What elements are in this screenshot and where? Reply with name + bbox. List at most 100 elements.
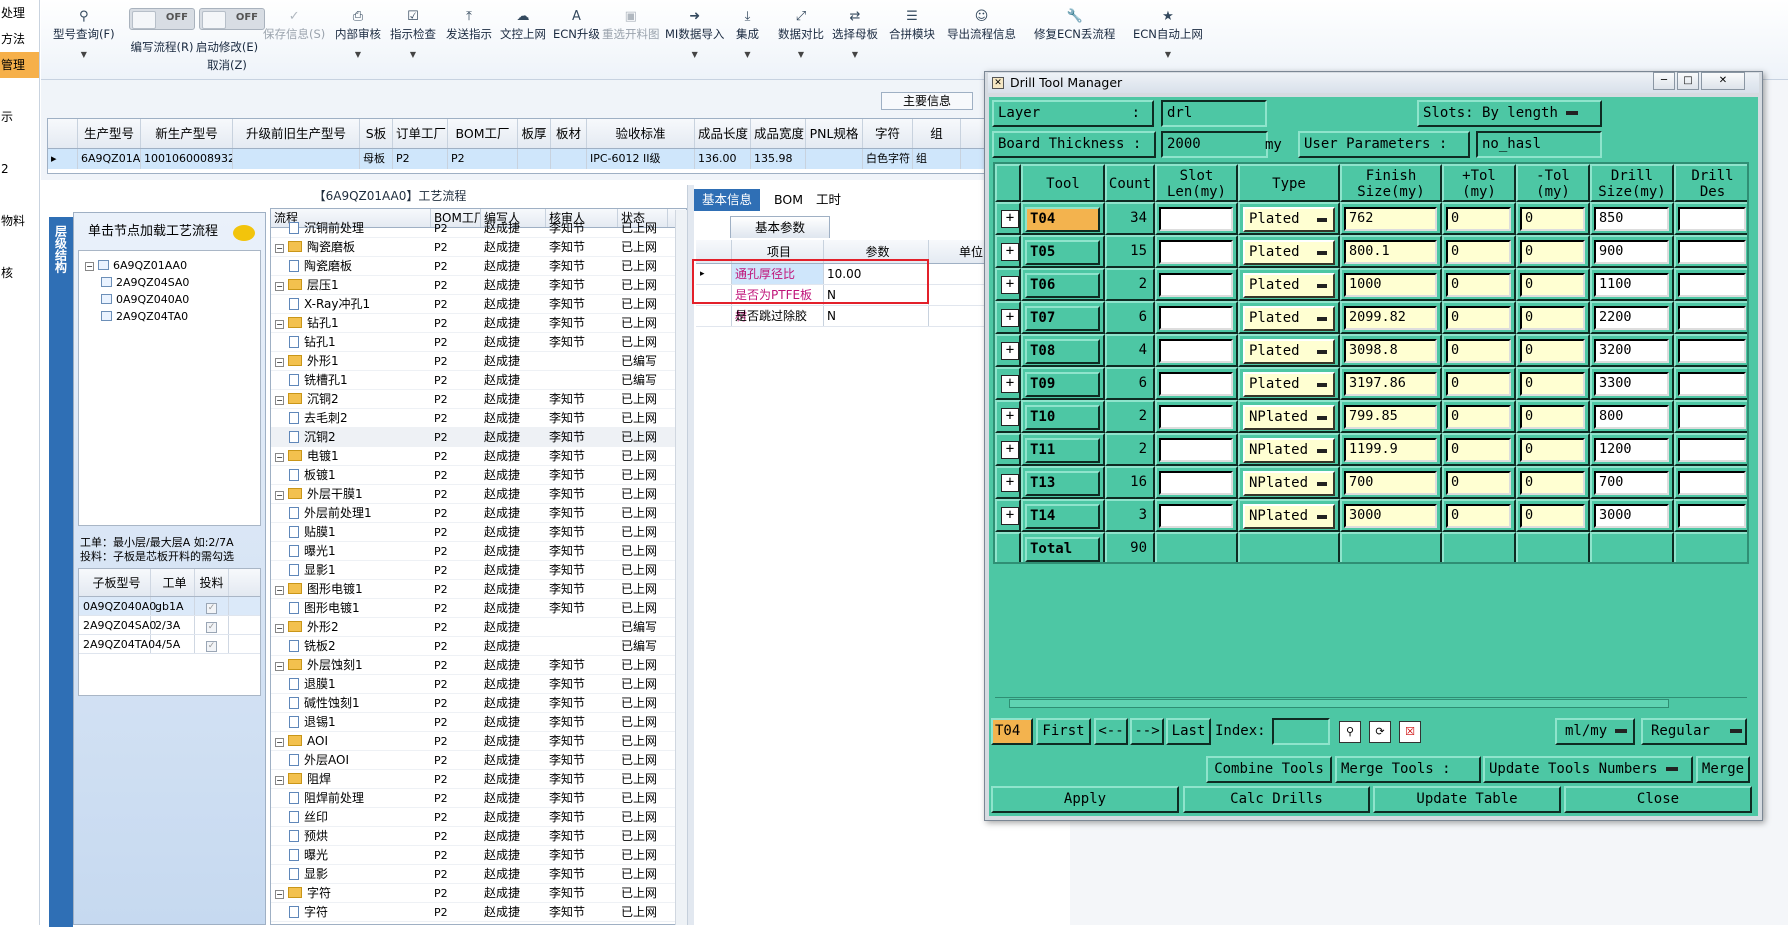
drill-size-input[interactable]: 2200 [1594, 306, 1669, 330]
table-row[interactable]: 沉铜前处理 P2 赵成捷 李知节 已上网 [271, 219, 686, 238]
type-dropdown[interactable]: NPlated [1243, 504, 1335, 529]
type-dropdown[interactable]: Plated [1243, 339, 1335, 364]
tool-row[interactable]: + T10 2 NPlated 799.85 0 0 800 [995, 400, 1747, 433]
table-row[interactable]: − 钻孔1 P2 赵成捷 李知节 已上网 [271, 314, 686, 333]
tool-row[interactable]: + T08 4 Plated 3098.8 0 0 3200 [995, 334, 1747, 367]
minus-tol-input[interactable]: 0 [1520, 405, 1585, 429]
tool-row[interactable]: + T13 16 NPlated 700 0 0 700 [995, 466, 1747, 499]
collapse-icon[interactable]: − [275, 662, 284, 671]
table-row[interactable]: 外层AOI P2 赵成捷 李知节 已上网 [271, 751, 686, 770]
integrate-button[interactable]: ⤓ 集成 ▼ [736, 8, 759, 59]
column-header[interactable]: Tool [1021, 164, 1105, 202]
board-thickness-field[interactable]: 2000 [1161, 131, 1268, 158]
drill-des-input[interactable] [1678, 438, 1746, 462]
table-row[interactable]: 退膜1 P2 赵成捷 李知节 已上网 [271, 675, 686, 694]
start-modify-toggle[interactable]: OFF 启动修改(E) 取消(Z) [189, 8, 265, 73]
combine-tools-button[interactable]: Combine Tools [1206, 756, 1332, 783]
finish-size-input[interactable]: 1199.9 [1344, 438, 1437, 462]
table-row[interactable]: 显影 P2 赵成捷 李知节 已上网 [271, 865, 686, 884]
slot-length-input[interactable] [1159, 306, 1233, 330]
select-mother-button[interactable]: ⇄ 选择母板 ▼ [832, 8, 878, 59]
column-header[interactable]: 字符 [863, 119, 913, 148]
delete-icon[interactable]: ☒ [1399, 721, 1421, 743]
expand-icon[interactable]: + [1001, 375, 1019, 393]
expand-icon[interactable]: + [1001, 276, 1019, 294]
tool-row[interactable]: + T14 3 NPlated 3000 0 0 3000 [995, 499, 1747, 532]
finish-size-input[interactable]: 799.85 [1344, 405, 1437, 429]
merge-option-dropdown[interactable]: Update Tools Numbers [1483, 756, 1693, 783]
left-menu-item[interactable] [0, 78, 39, 104]
table-row[interactable]: 曝光 P2 赵成捷 李知节 已上网 [271, 846, 686, 865]
expand-icon[interactable]: + [1001, 441, 1019, 459]
table-row[interactable]: − 陶瓷磨板 P2 赵成捷 李知节 已上网 [271, 238, 686, 257]
drill-des-input[interactable] [1678, 372, 1746, 396]
column-header[interactable]: Type [1238, 164, 1340, 202]
left-menu-item[interactable]: 核 [0, 260, 39, 286]
slot-length-input[interactable] [1159, 207, 1233, 231]
merge-button[interactable]: Merge [1696, 756, 1750, 783]
collapse-icon[interactable]: − [275, 320, 284, 329]
left-menu-item[interactable]: 物料 [0, 208, 39, 234]
last-button[interactable]: Last [1166, 718, 1211, 745]
slot-length-input[interactable] [1159, 504, 1233, 528]
tree-node[interactable]: 2A9QZ04SA0 [101, 276, 189, 289]
collapse-icon[interactable]: − [275, 890, 284, 899]
table-row[interactable]: 阻焊前处理 P2 赵成捷 李知节 已上网 [271, 789, 686, 808]
column-header[interactable]: Drill Size(my) [1590, 164, 1674, 202]
type-dropdown[interactable]: NPlated [1243, 405, 1335, 430]
edit-flow-toggle[interactable]: OFF 编写流程(R) [129, 8, 195, 55]
left-menu-item[interactable]: 方法 [0, 26, 39, 52]
tree-node[interactable]: 0A9QZ040A0 [101, 293, 189, 306]
minus-tol-input[interactable]: 0 [1520, 240, 1585, 264]
left-menu-item[interactable]: 处理 [0, 0, 39, 26]
first-button[interactable]: First [1036, 718, 1091, 745]
finish-size-input[interactable]: 3000 [1344, 504, 1437, 528]
index-field[interactable] [1272, 718, 1330, 745]
table-row[interactable]: 贴膜1 P2 赵成捷 李知节 已上网 [271, 523, 686, 542]
column-header[interactable]: PNL规格 [806, 119, 863, 148]
column-header[interactable]: Drill Des [1674, 164, 1747, 202]
refresh-icon[interactable]: ⟳ [1369, 721, 1391, 743]
plus-tol-input[interactable]: 0 [1446, 207, 1511, 231]
table-row[interactable]: − 外形1 P2 赵成捷 已编写 [271, 352, 686, 371]
search-icon[interactable]: ⚲ [1339, 721, 1361, 743]
drill-des-input[interactable] [1678, 207, 1746, 231]
tab-hours[interactable]: 工时 [808, 189, 849, 211]
export-flow-button[interactable]: ☺ 导出流程信息 [947, 8, 1016, 42]
maximize-button[interactable]: □ [1677, 72, 1699, 90]
update-table-button[interactable]: Update Table [1373, 786, 1561, 813]
table-row[interactable]: 铣板2 P2 赵成捷 已编写 [271, 637, 686, 656]
minus-tol-input[interactable]: 0 [1520, 504, 1585, 528]
table-row[interactable]: 退锡1 P2 赵成捷 李知节 已上网 [271, 713, 686, 732]
calc-drills-button[interactable]: Calc Drills [1183, 786, 1370, 813]
drill-size-input[interactable]: 3300 [1594, 372, 1669, 396]
table-row[interactable]: 去毛刺2 P2 赵成捷 李知节 已上网 [271, 409, 686, 428]
tool-row[interactable]: + T11 2 NPlated 1199.9 0 0 1200 [995, 433, 1747, 466]
column-header[interactable]: 工单 [151, 569, 195, 596]
drill-des-input[interactable] [1678, 504, 1746, 528]
ecn-auto-upload-button[interactable]: ★ ECN自动上网 ▼ [1133, 8, 1203, 59]
main-info-row[interactable]: ▸6A9QZ01AA010010600089320母板P2P2IPC-6012 … [48, 149, 990, 169]
apply-button[interactable]: Apply [991, 786, 1179, 813]
column-header[interactable]: 新生产型号 [141, 119, 233, 148]
collapse-icon[interactable]: − [85, 262, 94, 271]
ecn-upgrade-button[interactable]: A ECN升级 [553, 8, 600, 42]
finish-size-input[interactable]: 3098.8 [1344, 339, 1437, 363]
left-menu-item[interactable] [0, 130, 39, 156]
next-button[interactable]: --> [1130, 718, 1164, 745]
sub-board-row[interactable]: 2A9QZ04SA0 2/3A ✓ [79, 616, 260, 635]
plus-tol-input[interactable]: 0 [1446, 306, 1511, 330]
type-dropdown[interactable]: Plated [1243, 372, 1335, 397]
type-dropdown[interactable]: NPlated [1243, 471, 1335, 496]
file-upload-button[interactable]: ☁ 文控上网 [500, 8, 546, 42]
plus-tol-input[interactable]: 0 [1446, 339, 1511, 363]
column-header[interactable]: 投料 [195, 569, 229, 596]
table-row[interactable]: − 字符 P2 赵成捷 李知节 已上网 [271, 884, 686, 903]
column-header[interactable]: 成品宽度 [751, 119, 806, 148]
column-header[interactable]: 板厚 [518, 119, 551, 148]
column-header[interactable]: 板材 [551, 119, 587, 148]
slot-length-input[interactable] [1159, 438, 1233, 462]
table-row[interactable]: 沉铜2 P2 赵成捷 李知节 已上网 [271, 428, 686, 447]
reselect-open-button[interactable]: ▣ 重选开料图 [602, 8, 660, 42]
tree-node[interactable]: −6A9QZ01AA0 [85, 259, 187, 272]
